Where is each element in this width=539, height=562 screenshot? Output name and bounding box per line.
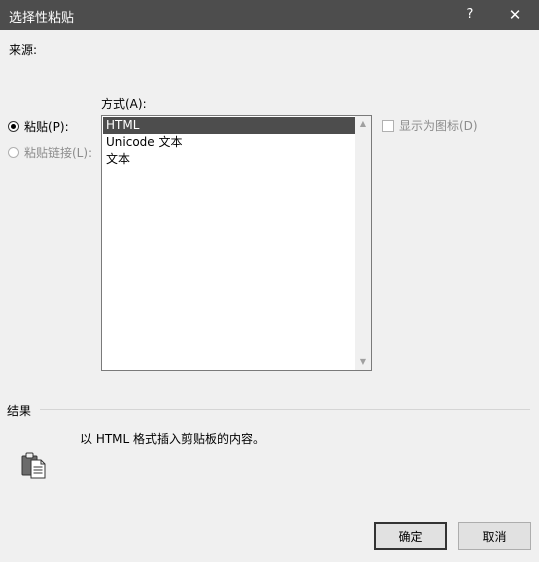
paste-radio[interactable]: 粘贴(P): <box>8 118 69 135</box>
mode-listbox[interactable]: HTML Unicode 文本 文本 ▲ ▼ <box>101 115 372 371</box>
listbox-scrollbar[interactable]: ▲ ▼ <box>355 116 371 370</box>
display-as-icon-label: 显示为图标(D) <box>399 119 478 133</box>
chevron-down-icon[interactable]: ▼ <box>355 354 371 370</box>
help-button[interactable]: ? <box>460 0 480 30</box>
close-button[interactable]: ✕ <box>500 0 530 30</box>
window-title: 选择性粘贴 <box>9 11 75 26</box>
paste-link-radio[interactable]: 粘贴链接(L): <box>8 144 92 161</box>
clipboard-icon <box>21 452 46 479</box>
chevron-up-icon[interactable]: ▲ <box>355 116 371 132</box>
paste-radio-button[interactable] <box>8 121 19 132</box>
source-label: 来源: <box>9 43 38 57</box>
display-as-icon-option[interactable]: 显示为图标(D) <box>382 117 478 134</box>
list-item-html[interactable]: HTML <box>103 117 355 134</box>
ok-button[interactable]: 确定 <box>374 522 447 550</box>
cancel-button[interactable]: 取消 <box>458 522 531 550</box>
display-as-icon-checkbox[interactable] <box>382 119 394 132</box>
mode-list-items: HTML Unicode 文本 文本 <box>103 117 355 168</box>
paste-link-radio-button[interactable] <box>8 147 19 158</box>
result-description: 以 HTML 格式插入剪贴板的内容。 <box>80 432 266 446</box>
mode-label: 方式(A): <box>101 97 147 111</box>
result-label: 结果 <box>7 404 32 418</box>
paste-radio-label: 粘贴(P): <box>24 120 69 134</box>
title-bar: 选择性粘贴 ? ✕ <box>0 0 539 30</box>
result-divider <box>40 409 530 410</box>
list-item-unicode-text[interactable]: Unicode 文本 <box>103 134 355 151</box>
paste-link-radio-label: 粘贴链接(L): <box>24 146 93 160</box>
list-item-text[interactable]: 文本 <box>103 151 355 168</box>
